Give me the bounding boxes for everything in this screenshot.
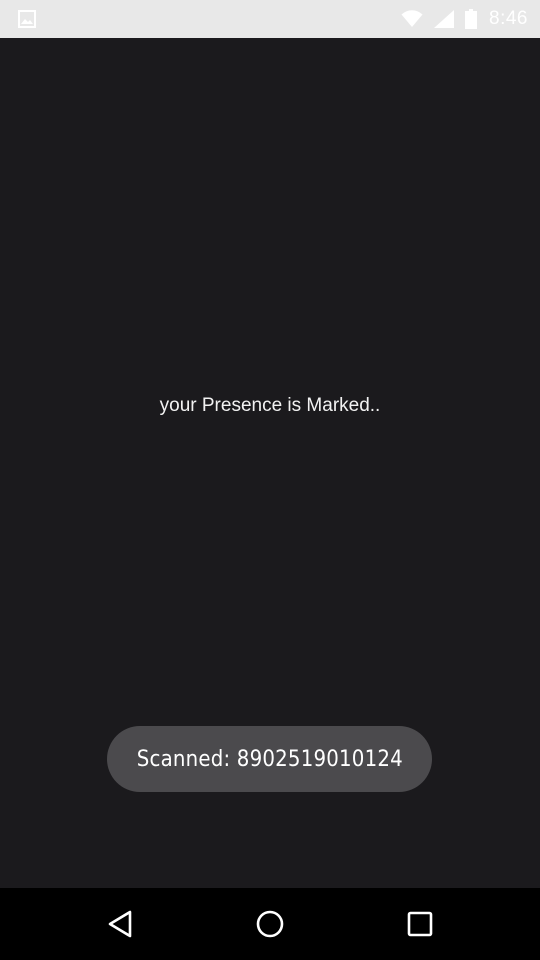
home-icon xyxy=(255,909,285,944)
back-button[interactable] xyxy=(100,906,140,946)
presence-message: your Presence is Marked.. xyxy=(159,395,381,416)
toast-text: Scanned: 8902519010124 xyxy=(136,746,403,772)
app-content: your Presence is Marked.. Scanned: 89025… xyxy=(0,38,540,888)
wifi-icon xyxy=(401,10,423,28)
battery-icon xyxy=(465,9,478,29)
status-icons: 8:46 xyxy=(391,0,528,38)
back-icon xyxy=(106,909,134,944)
signal-icon xyxy=(433,9,455,29)
status-bar: 8:46 xyxy=(0,0,540,38)
recents-button[interactable] xyxy=(400,906,440,946)
recents-icon xyxy=(406,910,434,943)
home-button[interactable] xyxy=(250,906,290,946)
status-time: 8:46 xyxy=(489,8,528,29)
image-notification-icon xyxy=(18,10,36,28)
navigation-bar xyxy=(0,888,540,960)
scan-toast: Scanned: 8902519010124 xyxy=(107,726,432,792)
